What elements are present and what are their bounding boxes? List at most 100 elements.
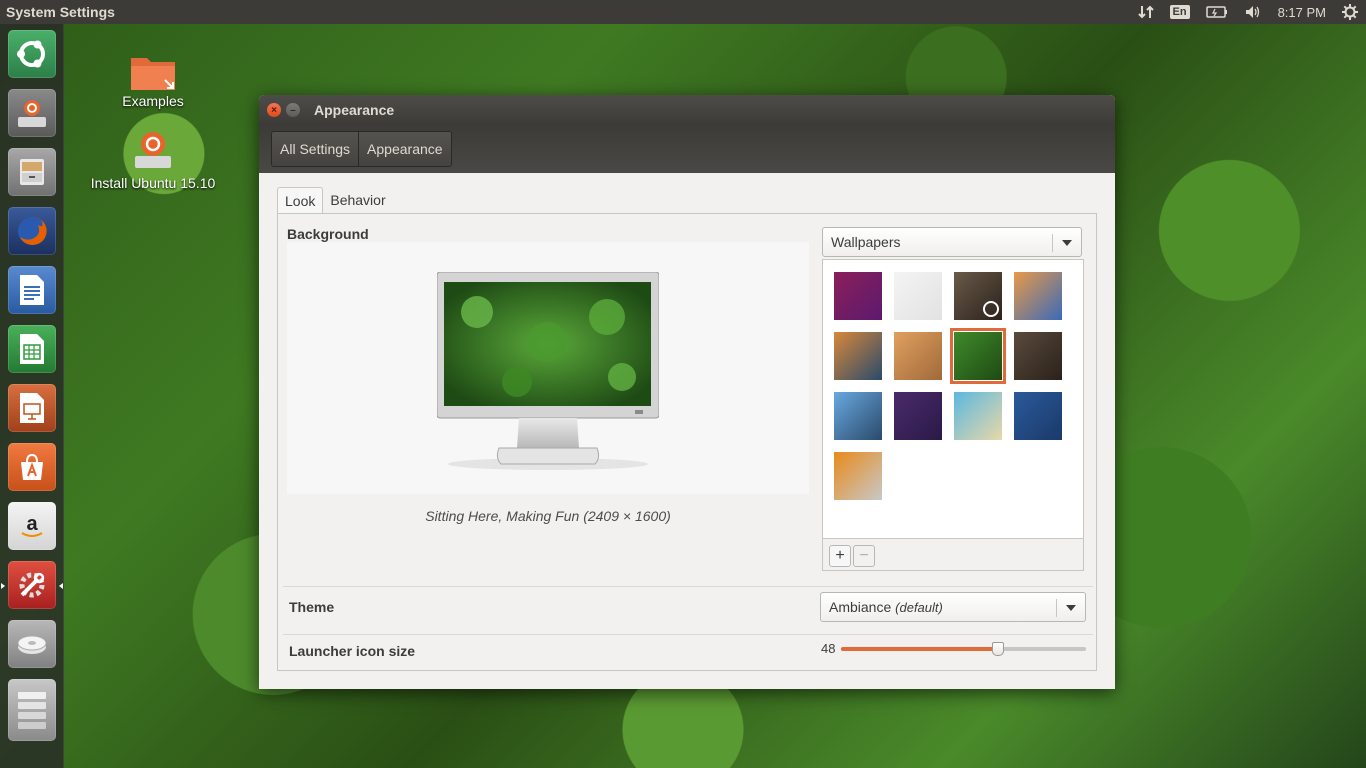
slider-fill: [841, 647, 998, 651]
software-center-icon: [21, 453, 43, 480]
launcher-install-ubuntu[interactable]: [8, 89, 56, 137]
unity-launcher: a: [0, 24, 64, 768]
amazon-icon: a: [21, 513, 43, 537]
appearance-window: × – Appearance All Settings Appearance L…: [259, 95, 1115, 689]
tab-behavior[interactable]: Behavior: [323, 187, 392, 214]
wallpaper-thumb-pebbles-sunset[interactable]: [1014, 272, 1062, 320]
desktop-icon-install-ubuntu[interactable]: Install Ubuntu 15.10: [82, 128, 224, 191]
breadcrumb-all-settings[interactable]: All Settings: [272, 132, 360, 166]
monitor-preview-icon: [437, 272, 659, 470]
indicator-area: En 8:17 PM: [1130, 0, 1366, 24]
wallpaper-preview: [287, 242, 809, 494]
transfer-arrows-icon: [1137, 5, 1154, 19]
launcher-files[interactable]: [8, 148, 56, 196]
wallpaper-caption: Sitting Here, Making Fun (2409 × 1600): [425, 508, 671, 524]
chevron-down-icon: [1066, 605, 1076, 611]
drive-icon: [17, 635, 47, 654]
background-label: Background: [287, 226, 369, 242]
breadcrumb-appearance[interactable]: Appearance: [359, 132, 451, 166]
breadcrumb: All Settings Appearance: [271, 131, 452, 167]
close-icon: ×: [271, 104, 277, 116]
launcher-calc[interactable]: [8, 325, 56, 373]
launcher-size-label: Launcher icon size: [289, 643, 416, 659]
gear-icon: [1342, 4, 1358, 20]
theme-dropdown[interactable]: Ambiance (default): [820, 592, 1086, 622]
window-content: Look Behavior Background Sitting Here, M…: [259, 173, 1115, 689]
tab-bar: Look Behavior: [277, 187, 393, 214]
launcher-size-value: 48: [821, 641, 836, 656]
session-menu[interactable]: [1334, 0, 1366, 24]
launcher-writer[interactable]: [8, 266, 56, 314]
slider-handle[interactable]: [992, 642, 1004, 656]
calc-icon: [20, 334, 44, 364]
look-panel: Background Sitting Here, Making Fun (240…: [277, 213, 1097, 671]
active-app-title: System Settings: [6, 4, 115, 20]
window-title: Appearance: [314, 102, 395, 118]
tab-look[interactable]: Look: [277, 187, 324, 214]
launcher-amazon[interactable]: a: [8, 502, 56, 550]
battery-indicator[interactable]: [1198, 0, 1236, 24]
clock-icon: [983, 301, 999, 317]
wallpaper-thumb-building-sky[interactable]: [954, 392, 1002, 440]
volume-indicator[interactable]: [1236, 0, 1270, 24]
writer-icon: [20, 275, 44, 305]
wallpaper-thumb-sea-anemone[interactable]: [834, 332, 882, 380]
theme-value: Ambiance: [829, 599, 892, 615]
desktop-icon-label: Install Ubuntu 15.10: [90, 175, 216, 191]
file-cabinet-icon: [20, 159, 44, 185]
launcher-workspace-switcher[interactable]: [8, 679, 56, 741]
folder-icon: [131, 58, 175, 90]
clock[interactable]: 8:17 PM: [1270, 0, 1334, 24]
wallpaper-thumb-orange-gray-abstract[interactable]: [834, 452, 882, 500]
dropdown-separator: [1056, 599, 1057, 617]
wallpaper-thumb-dark-clock[interactable]: [954, 272, 1002, 320]
top-panel: System Settings En 8:17 PM: [0, 0, 1366, 24]
launcher-software-center[interactable]: [8, 443, 56, 491]
theme-default-tag: (default): [895, 599, 943, 615]
wallpaper-thumb-purple-gradient[interactable]: [834, 272, 882, 320]
window-toolbar: All Settings Appearance: [259, 125, 1115, 173]
dropdown-separator: [1052, 234, 1053, 252]
wallpaper-thumb-purple-texture[interactable]: [894, 392, 942, 440]
desktop-icon-label: Examples: [122, 93, 184, 109]
workspace-icon: [18, 692, 46, 729]
remove-wallpaper-button[interactable]: −: [853, 545, 875, 567]
window-titlebar[interactable]: × – Appearance: [259, 95, 1115, 125]
language-label: En: [1169, 5, 1190, 19]
launcher-size-slider[interactable]: [841, 642, 1086, 656]
installer-icon: [135, 132, 171, 168]
launcher-firefox[interactable]: [8, 207, 56, 255]
wallpaper-thumb-palm-fronds[interactable]: [834, 392, 882, 440]
wallpaper-source-dropdown[interactable]: Wallpapers: [822, 227, 1082, 257]
launcher-impress[interactable]: [8, 384, 56, 432]
window-minimize-button[interactable]: –: [286, 103, 300, 117]
wallpaper-grid: [822, 259, 1084, 539]
focused-indicator: [59, 583, 63, 589]
divider: [283, 586, 1093, 587]
add-wallpaper-button[interactable]: +: [829, 545, 851, 567]
divider: [283, 634, 1093, 635]
keyboard-language-indicator[interactable]: En: [1162, 0, 1198, 24]
wallpaper-thumb-clover[interactable]: [950, 328, 1006, 384]
window-close-button[interactable]: ×: [267, 103, 281, 117]
impress-icon: [20, 393, 44, 423]
network-indicator[interactable]: [1130, 0, 1162, 24]
ubuntu-logo-icon: [17, 40, 45, 68]
minimize-icon: –: [290, 104, 296, 116]
launcher-system-settings[interactable]: [8, 561, 56, 609]
desktop-icon-examples[interactable]: Examples: [112, 52, 194, 109]
chevron-down-icon: [1062, 240, 1072, 246]
running-indicator: [1, 583, 5, 589]
wallpaper-thumb-dark-brown[interactable]: [1014, 332, 1062, 380]
launcher-drive[interactable]: [8, 620, 56, 668]
battery-icon: [1205, 6, 1227, 18]
speaker-icon: [1245, 6, 1259, 18]
wallpaper-thumb-blue-water[interactable]: [1014, 392, 1062, 440]
launcher-dash-home[interactable]: [8, 30, 56, 78]
wallpaper-source-value: Wallpapers: [831, 234, 901, 250]
svg-text:a: a: [26, 513, 38, 535]
wallpaper-thumb-wheat-field[interactable]: [894, 332, 942, 380]
settings-wrench-icon: [19, 572, 45, 598]
wallpaper-thumb-light-gray[interactable]: [894, 272, 942, 320]
wallpaper-grid-footer: + −: [822, 539, 1084, 571]
